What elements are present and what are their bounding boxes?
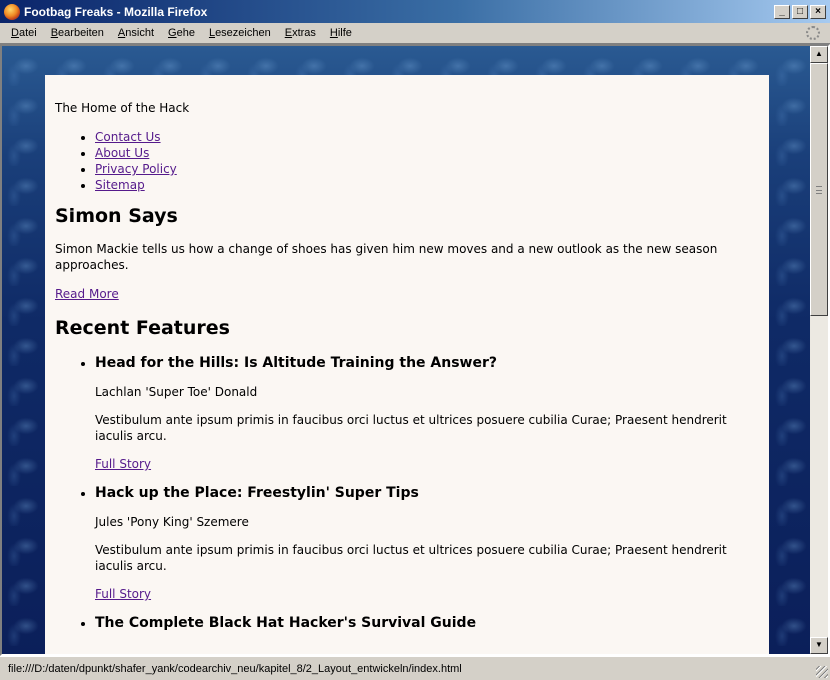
close-button[interactable]: × [810, 4, 826, 19]
menu-bearbeiten[interactable]: Bearbeiten [44, 27, 111, 39]
read-more-row: Read More [55, 286, 759, 302]
contact-us-link[interactable]: Contact Us [95, 130, 161, 144]
feature-link-row: Full Story [95, 456, 759, 472]
simon-says-text: Simon Mackie tells us how a change of sh… [55, 242, 718, 272]
tagline: The Home of the Hack [55, 101, 190, 115]
page-content: The Home of the Hack Contact Us About Us… [45, 75, 769, 654]
nav-item: Contact Us [95, 129, 759, 145]
menu-lesezeichen[interactable]: Lesezeichen [202, 27, 278, 39]
title-bar: Footbag Freaks - Mozilla Firefox _ □ × [0, 0, 830, 23]
firefox-icon [4, 3, 20, 20]
minimize-button[interactable]: _ [774, 4, 790, 19]
window-controls: _ □ × [774, 4, 826, 19]
menu-hilfe[interactable]: Hilfe [323, 27, 359, 39]
resize-grip-icon[interactable] [816, 666, 828, 678]
menu-datei[interactable]: Datei [4, 27, 44, 39]
simon-says-heading: Simon Says [55, 205, 178, 227]
sitemap-link[interactable]: Sitemap [95, 178, 145, 192]
feature-author: Jules 'Pony King' Szemere [95, 515, 249, 529]
menu-ansicht[interactable]: Ansicht [111, 27, 161, 39]
scroll-thumb[interactable] [810, 63, 828, 316]
menu-extras[interactable]: Extras [278, 27, 323, 39]
feature-title: Head for the Hills: Is Altitude Training… [95, 355, 497, 371]
feature-item: Head for the Hills: Is Altitude Training… [95, 354, 759, 472]
feature-author: Lachlan 'Super Toe' Donald [95, 385, 258, 399]
feature-item: Hack up the Place: Freestylin' Super Tip… [95, 484, 759, 602]
feature-title: Hack up the Place: Freestylin' Super Tip… [95, 485, 419, 501]
feature-title: The Complete Black Hat Hacker's Survival… [95, 615, 477, 631]
feature-link-row: Full Story [95, 586, 759, 602]
scroll-grip-icon [816, 186, 822, 194]
privacy-policy-link[interactable]: Privacy Policy [95, 162, 177, 176]
full-story-link[interactable]: Full Story [95, 457, 151, 471]
nav-item: About Us [95, 145, 759, 161]
read-more-link[interactable]: Read More [55, 287, 119, 301]
feature-summary: Vestibulum ante ipsum primis in faucibus… [95, 413, 727, 443]
vertical-scrollbar[interactable]: ▲ ▼ [810, 46, 828, 654]
status-url: file:///D:/daten/dpunkt/shafer_yank/code… [8, 662, 462, 675]
recent-features-heading: Recent Features [55, 317, 230, 339]
maximize-button[interactable]: □ [792, 4, 808, 19]
nav-item: Privacy Policy [95, 161, 759, 177]
about-us-link[interactable]: About Us [95, 146, 149, 160]
menu-bar: Datei Bearbeiten Ansicht Gehe Lesezeiche… [0, 23, 830, 44]
window-title: Footbag Freaks - Mozilla Firefox [24, 4, 208, 19]
nav-list: Contact Us About Us Privacy Policy Sitem… [95, 129, 759, 193]
feature-item: The Complete Black Hat Hacker's Survival… [95, 614, 759, 632]
menu-gehe[interactable]: Gehe [161, 27, 202, 39]
throbber-icon [806, 26, 820, 40]
scroll-down-button[interactable]: ▼ [810, 637, 828, 654]
full-story-link[interactable]: Full Story [95, 587, 151, 601]
feature-summary: Vestibulum ante ipsum primis in faucibus… [95, 543, 727, 573]
browser-viewport[interactable]: The Home of the Hack Contact Us About Us… [0, 44, 830, 656]
features-list: Head for the Hills: Is Altitude Training… [95, 354, 759, 632]
nav-item: Sitemap [95, 177, 759, 193]
scroll-up-button[interactable]: ▲ [810, 46, 828, 63]
status-bar: file:///D:/daten/dpunkt/shafer_yank/code… [0, 656, 830, 680]
